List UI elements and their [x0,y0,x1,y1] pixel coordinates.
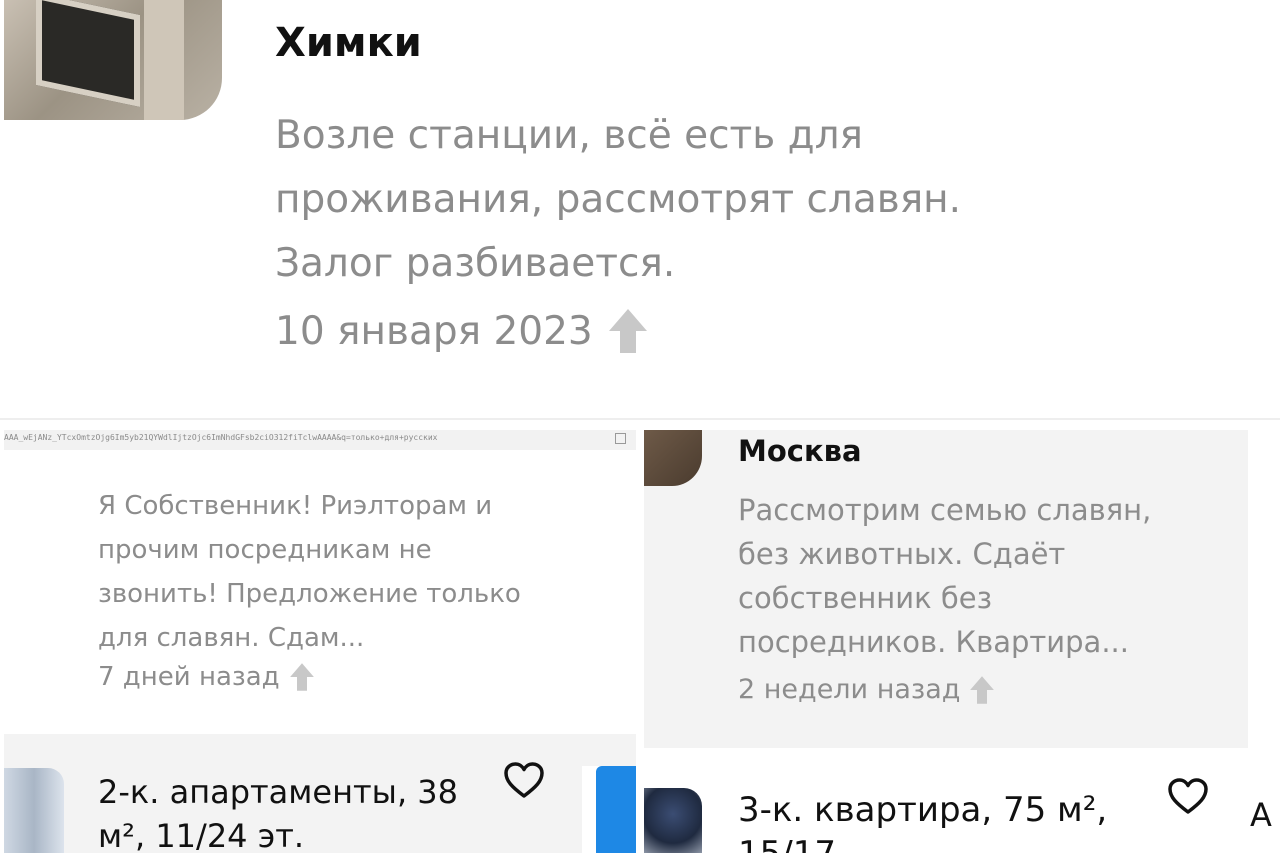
listing-date-right: 2 недели назад [738,674,961,705]
listing-card-photo-left[interactable] [4,768,64,853]
photo-window-detail [36,0,140,108]
listing-description-top: Возле станции, всё есть для проживания, … [275,113,962,286]
listing-date-row-left: 7 дней назад [98,662,316,692]
listing-panel-left: AAA_wEjANz_YTcxOmtzOjg6Im5yb21QYWdlIjtzO… [4,430,636,853]
url-text: AAA_wEjANz_YTcxOmtzOjg6Im5yb21QYWdlIjtzO… [4,433,438,442]
browser-url-bar[interactable]: AAA_wEjANz_YTcxOmtzOjg6Im5yb21QYWdlIjtzO… [4,430,636,450]
listing-card-title-left[interactable]: 2-к. апартаменты, 38 м², 11/24 эт. [98,770,498,853]
photo-frame-detail [144,0,184,120]
listing-panel-right: Москва Рассмотрим семью славян, без живо… [644,430,1280,853]
section-divider [0,418,1280,420]
arrow-up-icon [970,675,995,704]
listing-city-top: Химки [275,20,422,66]
contact-button-partial[interactable] [582,766,636,853]
listing-date-top: 10 января 2023 [275,308,593,354]
listing-description-right: Рассмотрим семью славян, без животных. С… [738,493,1152,659]
listing-photo-top[interactable] [4,0,222,120]
listing-city-right: Москва [738,434,862,468]
listing-date-row-top: 10 января 2023 [275,307,649,355]
heart-icon[interactable] [1166,776,1210,816]
listing-card-title-right[interactable]: 3-к. квартира, 75 м², 15/17 [738,788,1158,853]
url-action-icon[interactable] [615,433,626,444]
listing-date-row-right: 2 недели назад [738,674,996,705]
listing-description-left: Я Собственник! Риэлторам и прочим посред… [98,491,521,653]
next-card-title-partial[interactable]: А [1250,796,1272,834]
contact-button-fill [596,766,636,853]
arrow-up-icon [608,309,647,353]
arrow-up-icon [289,663,314,691]
heart-icon[interactable] [502,760,546,800]
listing-card-photo-right[interactable] [644,788,702,853]
listing-date-left: 7 дней назад [98,662,280,692]
